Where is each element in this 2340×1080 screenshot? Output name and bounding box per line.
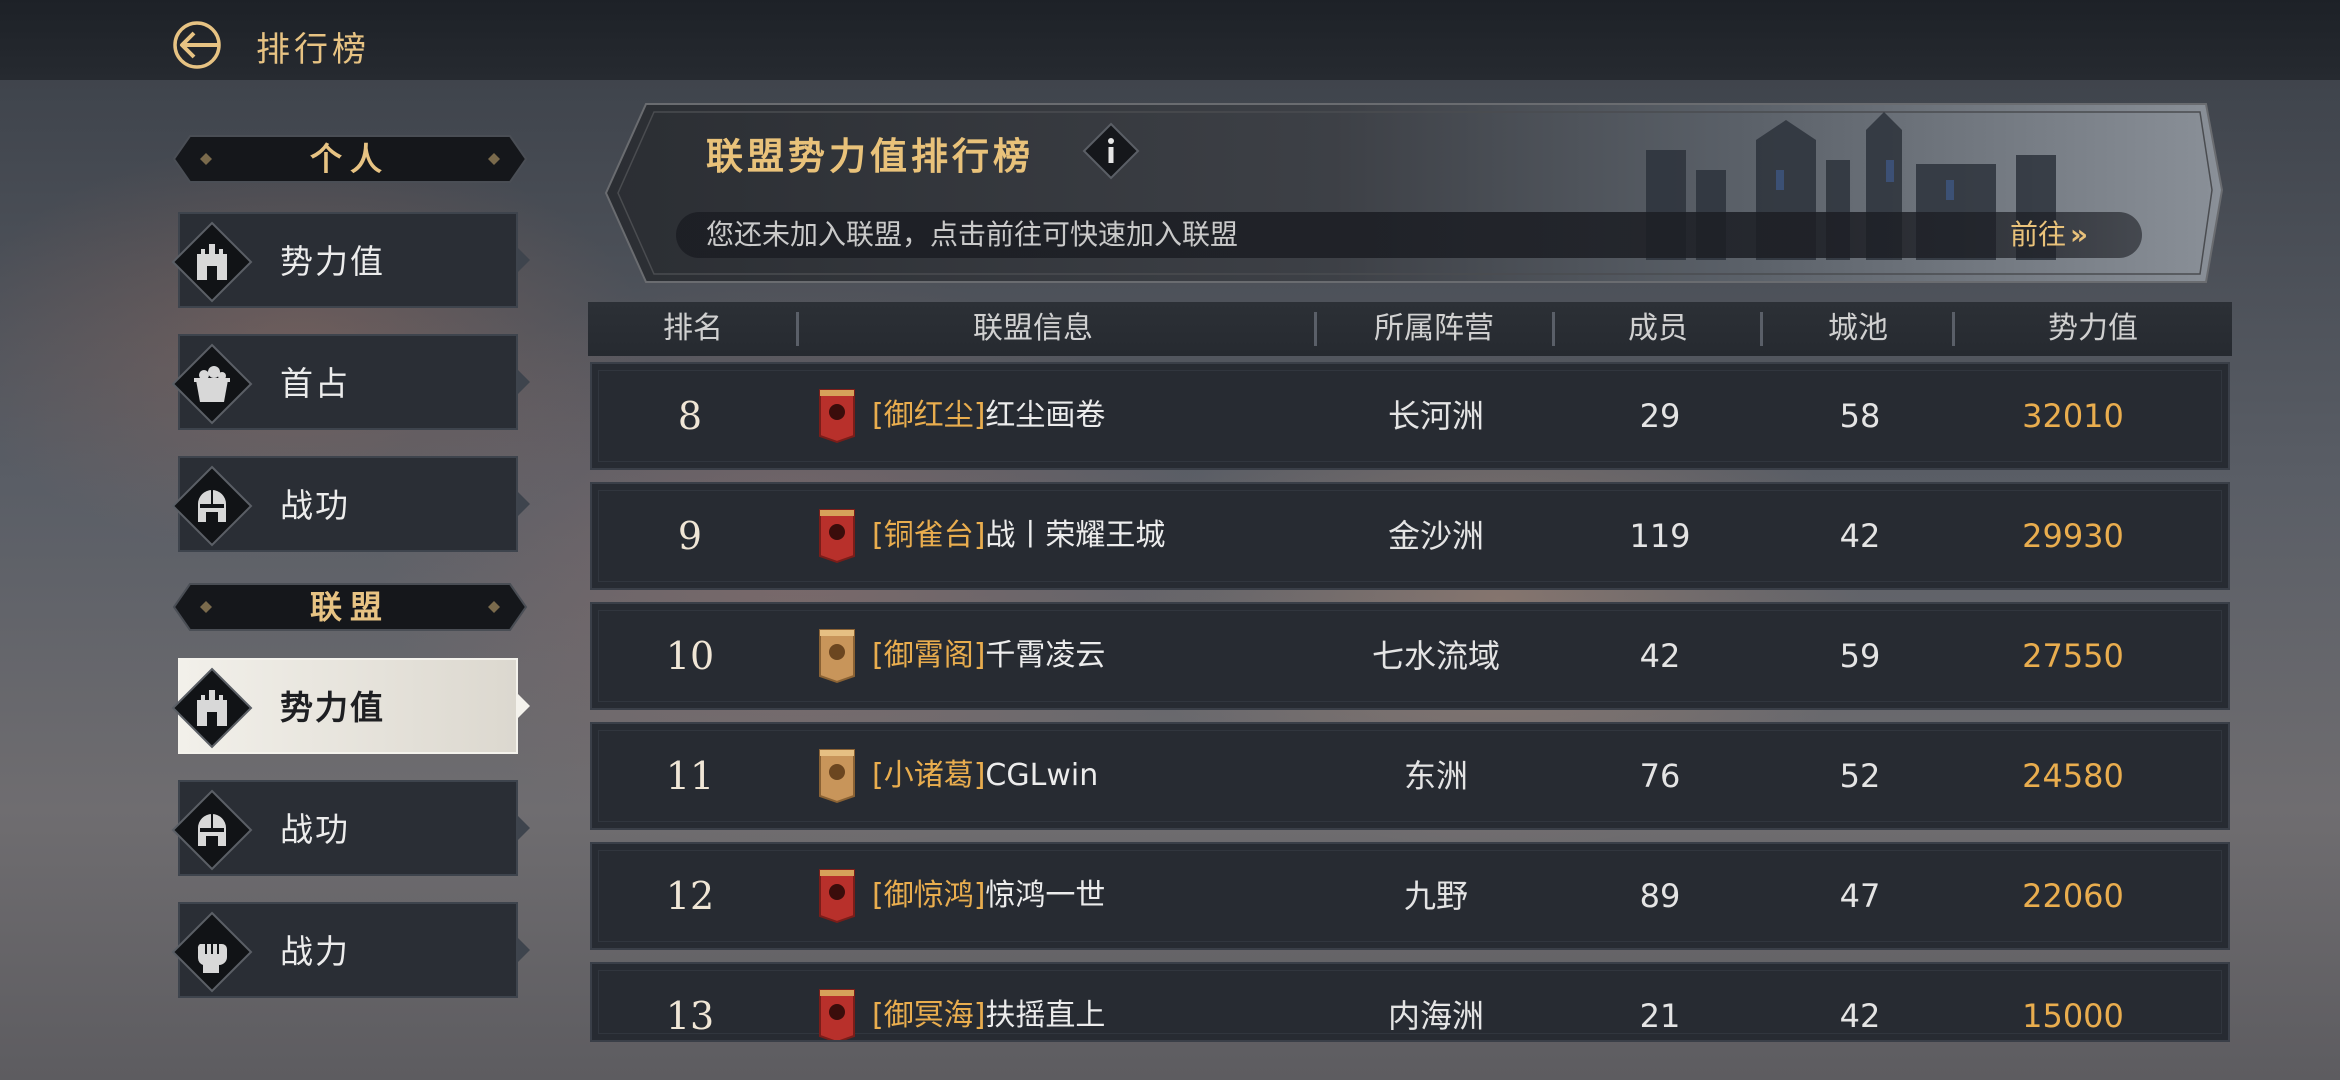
power-cell: 15000 <box>2022 997 2124 1035</box>
sidebar-item-personal-power[interactable]: 势力值 <box>171 212 530 308</box>
alliance-flag-icon <box>819 989 855 1040</box>
power-cell: 29930 <box>2022 517 2124 555</box>
power-cell: 22060 <box>2022 877 2124 915</box>
column-header-alliance-info: 联盟信息 <box>973 311 1093 346</box>
table-header: 排名 联盟信息 所属阵营 成员 城池 势力值 <box>588 302 2232 356</box>
rank-cell: 8 <box>677 394 703 438</box>
alliance-name: [御冥海]扶摇直上 <box>872 998 1106 1033</box>
members-cell: 21 <box>1639 997 1681 1035</box>
info-icon[interactable] <box>1082 122 1140 180</box>
alliance-name: [小诸葛]CGLwin <box>872 758 1099 793</box>
double-chevron-right-icon: » <box>2070 218 2089 251</box>
alliance-flag-icon <box>819 509 855 564</box>
members-cell: 76 <box>1639 757 1681 795</box>
table-row[interactable]: 10 [御霄阁]千霄凌云 七水流域 42 59 27550 <box>590 602 2230 710</box>
camp-cell: 七水流域 <box>1371 637 1500 675</box>
cities-cell: 47 <box>1839 877 1881 915</box>
rank-cell: 10 <box>665 634 715 678</box>
rank-cell: 13 <box>665 994 715 1038</box>
helmet-icon <box>171 465 253 547</box>
helmet-icon <box>171 789 253 871</box>
camp-cell: 九野 <box>1403 877 1468 915</box>
sidebar-item-personal-merit[interactable]: 战功 <box>171 456 530 552</box>
camp-cell: 东洲 <box>1403 757 1468 795</box>
table-row[interactable]: 8 [御红尘]红尘画卷 长河洲 29 58 32010 <box>590 362 2230 470</box>
power-cell: 27550 <box>2022 637 2124 675</box>
treasure-pot-icon <box>171 343 253 425</box>
banner-title: 联盟势力值排行榜 <box>706 135 1034 178</box>
members-cell: 42 <box>1639 637 1681 675</box>
alliance-flag-icon <box>819 389 855 444</box>
members-cell: 119 <box>1629 517 1691 555</box>
column-header-members: 成员 <box>1628 311 1688 346</box>
alliance-name: [御惊鸿]惊鸿一世 <box>872 878 1106 913</box>
camp-cell: 长河洲 <box>1387 397 1484 435</box>
page-title: 排行榜 <box>256 30 370 70</box>
alliance-name: [铜雀台]战丨荣耀王城 <box>872 518 1166 553</box>
members-cell: 29 <box>1639 397 1681 435</box>
sidebar-item-first-occupy[interactable]: 首占 <box>171 334 530 430</box>
cities-cell: 42 <box>1839 997 1881 1035</box>
section-header-personal: 个人 <box>170 132 530 186</box>
back-arrow-icon[interactable] <box>168 16 226 74</box>
goto-button[interactable]: 前往» <box>2010 212 2088 258</box>
column-header-rank: 排名 <box>663 311 723 346</box>
rank-cell: 12 <box>665 874 715 918</box>
members-cell: 89 <box>1639 877 1681 915</box>
castle-icon <box>171 667 253 749</box>
table-row[interactable]: 13 [御冥海]扶摇直上 内海洲 21 42 15000 <box>590 962 2230 1042</box>
power-cell: 24580 <box>2022 757 2124 795</box>
table-row[interactable]: 9 [铜雀台]战丨荣耀王城 金沙洲 119 42 29930 <box>590 482 2230 590</box>
alliance-flag-icon <box>819 629 855 684</box>
alliance-name: [御霄阁]千霄凌云 <box>872 638 1106 673</box>
top-bar: 排行榜 <box>0 0 2340 80</box>
section-header-alliance: 联盟 <box>170 580 530 634</box>
table-row[interactable]: 11 [小诸葛]CGLwin 东洲 76 52 24580 <box>590 722 2230 830</box>
cities-cell: 42 <box>1839 517 1881 555</box>
fist-icon <box>171 911 253 993</box>
column-header-power: 势力值 <box>2048 311 2138 346</box>
camp-cell: 内海洲 <box>1387 997 1484 1035</box>
column-header-cities: 城池 <box>1828 311 1888 346</box>
sidebar-item-alliance-merit[interactable]: 战功 <box>171 780 530 876</box>
castle-icon <box>171 221 253 303</box>
sidebar-item-alliance-strength[interactable]: 战力 <box>171 902 530 998</box>
cities-cell: 58 <box>1839 397 1881 435</box>
join-alliance-notice: 您还未加入联盟，点击前往可快速加入联盟 <box>706 218 1239 251</box>
camp-cell: 金沙洲 <box>1387 517 1484 555</box>
alliance-name: [御红尘]红尘画卷 <box>872 398 1106 433</box>
rank-cell: 11 <box>665 754 715 798</box>
rank-cell: 9 <box>677 514 703 558</box>
sidebar-item-alliance-power[interactable]: 势力值 <box>171 658 530 754</box>
power-cell: 32010 <box>2022 397 2124 435</box>
column-header-camp: 所属阵营 <box>1374 311 1494 346</box>
alliance-flag-icon <box>819 869 855 924</box>
cities-cell: 52 <box>1839 757 1881 795</box>
alliance-flag-icon <box>819 749 855 804</box>
cities-cell: 59 <box>1839 637 1881 675</box>
table-row[interactable]: 12 [御惊鸿]惊鸿一世 九野 89 47 22060 <box>590 842 2230 950</box>
